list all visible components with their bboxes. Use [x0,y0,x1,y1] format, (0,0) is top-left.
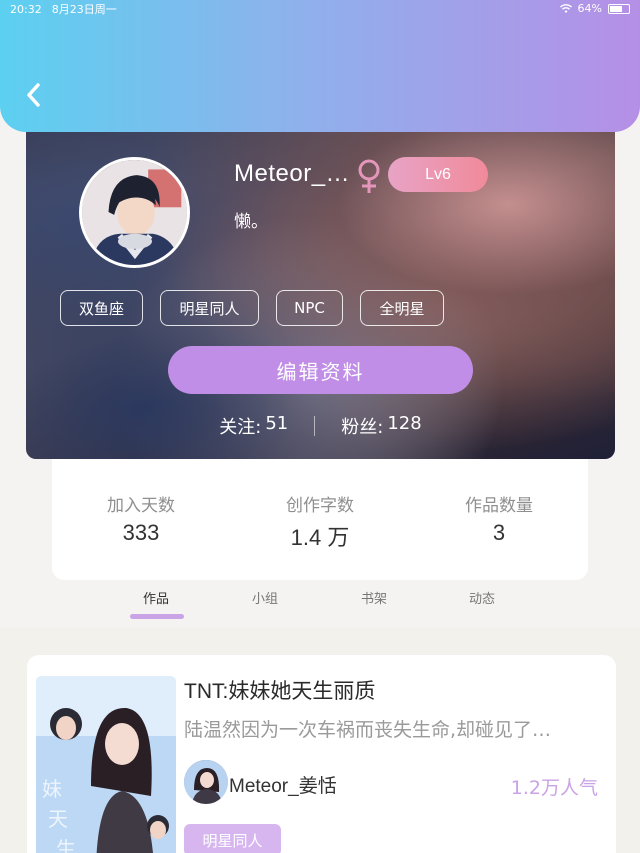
stat-label: 加入天数 [107,496,175,516]
battery-icon [608,3,630,14]
female-icon [358,159,380,193]
author-avatar[interactable] [184,760,228,804]
work-title[interactable]: TNT:妹妹她天生丽质 [184,675,375,705]
stat-value: 3 [492,520,506,545]
status-time: 20:32 [10,2,42,16]
following-count: 51 [265,413,289,434]
popularity-count: 1.2万人气 [510,777,598,799]
book-cover-image: 妹 天 生 [36,676,176,853]
status-date: 8月23日周一 [51,3,117,16]
stat-label: 作品数量 [465,496,533,516]
stat-value: 1.4 万 [290,525,350,550]
level-badge: Lv6 [388,157,488,192]
username: Meteor_… [234,160,351,187]
bio: 懒。 [234,212,268,232]
profile-card: Meteor_… Lv6 懒。 双鱼座 明星同人 NPC 全明星 编辑资料 关注… [26,120,615,459]
stat-join-days: 加入天数 333 [86,491,196,580]
tag-list: 双鱼座 明星同人 NPC 全明星 [60,290,444,326]
tag-chip[interactable]: 双鱼座 [60,290,143,326]
following-stat[interactable]: 关注: 51 [219,413,288,439]
header: 20:32 8月23日周一 64% [0,0,640,132]
tab-bar: 作品 小组 书架 动态 [0,580,640,628]
active-tab-indicator [130,614,184,619]
avatar-image [82,160,187,265]
author-name[interactable]: Meteor_姜恬 [229,771,337,798]
tab-groups[interactable]: 小组 [252,588,278,607]
svg-text:生: 生 [56,837,76,853]
battery-percent: 64% [577,2,602,15]
work-summary: 陆温然因为一次车祸而丧失生命,却碰见了… [184,719,552,741]
wifi-icon [559,3,572,13]
stat-value: 333 [122,520,160,545]
svg-text:天: 天 [48,807,68,831]
followers-label: 粉丝: [341,417,384,438]
chevron-left-icon [27,83,40,107]
tag-chip[interactable]: NPC [276,290,343,326]
follow-row: 关注: 51 粉丝: 128 [26,412,615,440]
stats-card: 加入天数 333 创作字数 1.4 万 作品数量 3 [52,455,588,580]
tag-chip[interactable]: 明星同人 [160,290,259,326]
tag-chip[interactable]: 全明星 [360,290,444,326]
svg-text:妹: 妹 [42,777,62,801]
stat-word-count: 创作字数 1.4 万 [265,491,375,580]
avatar[interactable] [79,157,190,268]
back-button[interactable] [20,80,48,110]
status-indicators: 64% [559,2,630,15]
status-bar: 20:32 8月23日周一 64% [0,0,640,18]
edit-profile-button[interactable]: 编辑资料 [168,346,473,394]
stat-works-count: 作品数量 3 [444,491,554,580]
author-avatar-image [184,760,228,804]
work-card[interactable]: 妹 天 生 TNT:妹妹她天生丽质 陆温然因为一次车祸而丧失生命,却碰见了… M… [27,655,616,853]
tab-works[interactable]: 作品 [143,588,169,607]
tab-bookshelf[interactable]: 书架 [361,588,387,607]
following-label: 关注: [219,417,262,438]
followers-count: 128 [387,413,422,434]
genre-tag[interactable]: 明星同人 [184,824,281,853]
tab-activity[interactable]: 动态 [469,588,495,607]
book-cover[interactable]: 妹 天 生 [36,676,176,853]
followers-stat[interactable]: 粉丝: 128 [341,413,421,439]
divider [314,416,316,436]
stat-label: 创作字数 [286,496,354,516]
